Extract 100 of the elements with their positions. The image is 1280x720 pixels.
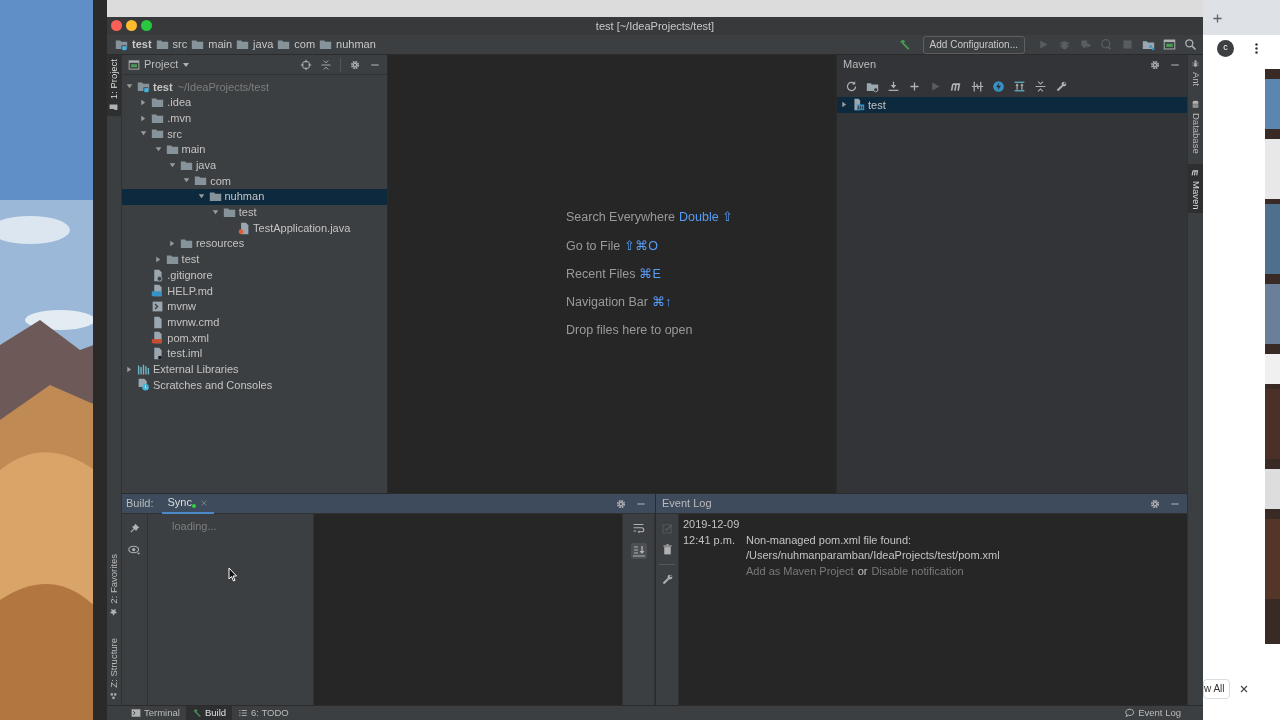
- maven-icon: [1191, 167, 1200, 177]
- tree-item[interactable]: test: [122, 251, 387, 268]
- search-icon[interactable]: [1184, 38, 1197, 51]
- star-icon: [109, 608, 119, 617]
- tree-item[interactable]: .mvn: [122, 110, 387, 127]
- hammer-icon[interactable]: [897, 38, 911, 51]
- expand-all-icon[interactable]: [1013, 79, 1026, 93]
- caret-icon: [182, 60, 191, 69]
- scroll-to-end-icon[interactable]: [630, 543, 647, 559]
- event-log-button[interactable]: Event Log: [1119, 705, 1187, 720]
- pin-icon[interactable]: [128, 522, 141, 535]
- expanded-caret-icon[interactable]: [210, 207, 220, 217]
- tool-window-tab[interactable]: Z: Structure: [107, 634, 121, 705]
- file-path: /Users/nuhmanparamban/IdeaProjects/test/pom.xml: [746, 548, 1000, 564]
- tree-item[interactable]: test.iml: [122, 345, 387, 362]
- tree-item[interactable]: pom.xml: [122, 330, 387, 346]
- lightning-icon[interactable]: [992, 79, 1005, 93]
- plus-icon[interactable]: [908, 79, 921, 93]
- panel-title: Build:: [126, 496, 154, 512]
- folder-icon: [165, 143, 179, 157]
- zoom-window-button[interactable]: [141, 20, 152, 31]
- folder-icon: [277, 38, 291, 51]
- tree-item[interactable]: mvnw.cmd: [122, 314, 387, 330]
- settings-icon[interactable]: [1149, 497, 1161, 510]
- loading-text: loading...: [172, 520, 217, 532]
- tree-item[interactable]: Scratches and Consoles: [122, 377, 387, 393]
- settings-icon[interactable]: [1149, 58, 1161, 71]
- collapse-all-icon[interactable]: [320, 58, 332, 71]
- avatar[interactable]: c: [1217, 39, 1234, 57]
- folder-icon: [151, 127, 165, 141]
- tool-window-tab[interactable]: 6: TODO: [232, 705, 295, 720]
- tree-item[interactable]: TestApplication.java: [122, 220, 387, 236]
- view-all-button[interactable]: w All: [1203, 679, 1230, 699]
- trash-icon[interactable]: [660, 543, 674, 556]
- tree-item[interactable]: test: [837, 97, 1187, 113]
- tree-item[interactable]: .idea: [122, 94, 387, 111]
- locate-icon[interactable]: [300, 58, 312, 71]
- breadcrumb[interactable]: test: [115, 36, 152, 53]
- wrench-icon[interactable]: [660, 573, 674, 586]
- collapse-all-icon[interactable]: [1034, 79, 1047, 93]
- toggle-icon[interactable]: [971, 79, 984, 93]
- editor-hint: Recent Files ⌘E: [566, 265, 662, 283]
- minimize-window-button[interactable]: [126, 20, 137, 31]
- new-tab-icon[interactable]: [1211, 12, 1224, 25]
- notification-link[interactable]: Add as Maven Project: [746, 563, 854, 580]
- tool-window-tab[interactable]: Maven: [1188, 163, 1203, 214]
- notification-link[interactable]: Disable notification: [871, 563, 964, 580]
- tree-item[interactable]: main: [122, 141, 387, 158]
- breadcrumb[interactable]: com: [277, 36, 316, 53]
- list-icon: [238, 708, 249, 718]
- tree-item[interactable]: HELP.md: [122, 282, 387, 299]
- settings-icon[interactable]: [349, 58, 361, 71]
- folder-icon: [165, 252, 179, 266]
- status-dot-icon: [192, 503, 196, 508]
- scratch-file-icon: [137, 378, 150, 392]
- collapsed-caret-icon[interactable]: [840, 100, 849, 110]
- breadcrumb[interactable]: src: [155, 36, 188, 53]
- breadcrumb[interactable]: main: [191, 36, 233, 53]
- tree-item[interactable]: nuhman: [122, 188, 387, 205]
- project-view-dropdown[interactable]: Project: [128, 56, 191, 73]
- tree-item[interactable]: test ~/IdeaProjects/test: [122, 79, 387, 95]
- tool-window-tab[interactable]: 2: Favorites: [107, 550, 121, 621]
- tree-item[interactable]: java: [122, 157, 387, 174]
- breadcrumb[interactable]: nuhman: [319, 36, 376, 53]
- project-structure-icon[interactable]: [1142, 38, 1155, 51]
- ant-icon: [1191, 59, 1200, 68]
- tree-item[interactable]: test: [122, 204, 387, 221]
- editor-hint: Search Everywhere Double ⇧: [566, 209, 734, 227]
- close-window-button[interactable]: [111, 20, 122, 31]
- collapsed-caret-icon[interactable]: [167, 239, 177, 249]
- refresh-icon[interactable]: [845, 79, 858, 93]
- project-view-icon: [128, 58, 140, 71]
- collapsed-caret-icon[interactable]: [153, 254, 163, 264]
- download-icon[interactable]: [887, 79, 900, 93]
- folder-icon: [179, 158, 193, 172]
- breadcrumb[interactable]: java: [236, 36, 274, 53]
- expanded-caret-icon[interactable]: [167, 160, 177, 170]
- soft-wrap-icon[interactable]: [632, 522, 645, 535]
- maven-module-icon: [852, 98, 865, 112]
- wrench-icon[interactable]: [1055, 79, 1068, 93]
- folder-icon: [151, 96, 165, 110]
- tool-window-tab[interactable]: Terminal: [125, 705, 186, 720]
- window-icon[interactable]: [1163, 38, 1176, 51]
- tree-item[interactable]: mvnw: [122, 298, 387, 315]
- tree-item[interactable]: resources: [122, 235, 387, 252]
- tool-window-tab[interactable]: 1: Project: [107, 55, 121, 117]
- log-message: Non-managed pom.xml file found:: [746, 532, 913, 548]
- tree-item[interactable]: External Libraries: [122, 361, 387, 378]
- run-configuration-button[interactable]: Add Configuration...: [922, 35, 1025, 54]
- eye-icon[interactable]: [128, 543, 141, 556]
- tree-item[interactable]: com: [122, 173, 387, 189]
- folder-icon: [155, 38, 169, 51]
- tool-window-tab[interactable]: Database: [1188, 96, 1203, 158]
- collapsed-caret-icon[interactable]: [125, 364, 134, 374]
- settings-icon[interactable]: [615, 497, 627, 510]
- tool-window-tab[interactable]: Build: [185, 705, 233, 720]
- tree-item[interactable]: src: [122, 126, 387, 142]
- tree-item[interactable]: .gitignore: [122, 267, 387, 283]
- folder-icon: [208, 190, 222, 204]
- tool-window-tab[interactable]: Ant: [1188, 55, 1203, 91]
